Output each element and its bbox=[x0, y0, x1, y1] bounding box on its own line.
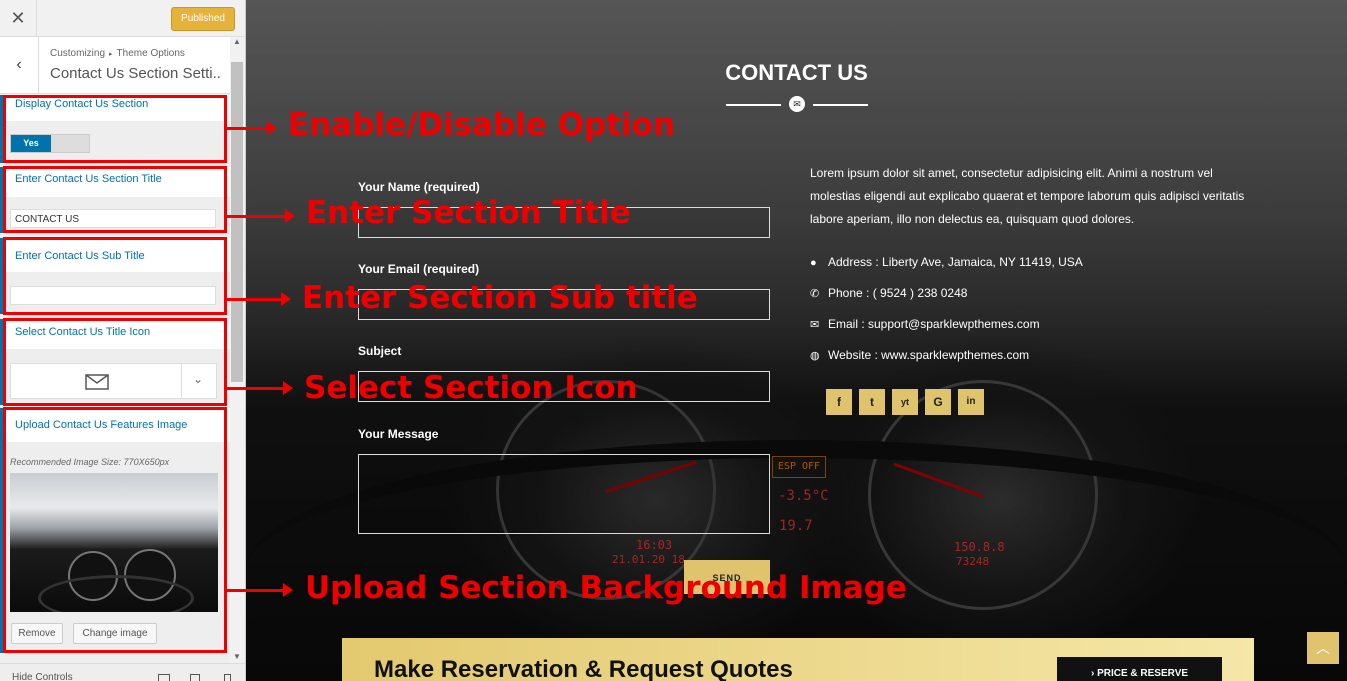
breadcrumb-root: Customizing bbox=[50, 48, 106, 59]
email-info: ✉ Email : support@sparklewpthemes.com bbox=[810, 317, 1040, 331]
price-reserve-label: PRICE & RESERVE bbox=[1097, 668, 1189, 679]
control-sub-title: Enter Contact Us Sub Title bbox=[0, 238, 230, 314]
annotation-arrow-subtitle bbox=[227, 292, 291, 306]
email-label: Your Email (required) bbox=[358, 262, 480, 276]
change-image-button[interactable]: Change image bbox=[73, 623, 157, 644]
envelope-icon: ✉ bbox=[789, 96, 805, 112]
remove-image-button[interactable]: Remove bbox=[11, 623, 63, 644]
map-marker-icon: ● bbox=[810, 257, 817, 269]
annotation-subtitle: Enter Section Sub title bbox=[302, 280, 698, 316]
image-size-hint: Recommended Image Size: 770X650px bbox=[10, 457, 170, 467]
icon-select[interactable]: ⌄ bbox=[10, 363, 217, 399]
twitter-icon[interactable]: t bbox=[859, 389, 885, 415]
customizer-panel: ✕ Published ‹ Customizing ▸ Theme Options … bbox=[0, 0, 246, 681]
toggle-yes: Yes bbox=[11, 135, 51, 152]
control-label: Select Contact Us Title Icon bbox=[15, 326, 151, 338]
reservation-banner: Make Reservation & Request Quotes › PRIC… bbox=[342, 638, 1254, 681]
section-title-input[interactable]: CONTACT US bbox=[10, 209, 216, 228]
control-label: Enter Contact Us Section Title bbox=[15, 173, 162, 185]
youtube-icon[interactable]: yt bbox=[892, 389, 918, 415]
control-features-image: Upload Contact Us Features Image Recomme… bbox=[0, 408, 230, 653]
message-label: Your Message bbox=[358, 427, 439, 441]
envelope-icon: ✉ bbox=[810, 319, 820, 331]
address-info: ● Address : Liberty Ave, Jamaica, NY 1141… bbox=[810, 255, 1083, 269]
desktop-device-icon[interactable] bbox=[158, 674, 170, 681]
features-image-thumbnail bbox=[10, 473, 218, 612]
annotation-image: Upload Section Background Image bbox=[305, 570, 907, 606]
scroll-up-icon[interactable]: ▲ bbox=[233, 37, 241, 46]
close-icon[interactable]: ✕ bbox=[0, 0, 37, 36]
control-label: Enter Contact Us Sub Title bbox=[15, 250, 145, 262]
reservation-banner-text: Make Reservation & Request Quotes bbox=[374, 656, 793, 681]
annotation-arrow-title bbox=[227, 209, 295, 223]
control-display-section: Display Contact Us Section Yes bbox=[0, 95, 230, 163]
tablet-device-icon[interactable] bbox=[190, 674, 200, 681]
scroll-thumb[interactable] bbox=[231, 62, 243, 382]
envelope-icon bbox=[85, 374, 109, 390]
contact-description: Lorem ipsum dolor sit amet, consectetur … bbox=[810, 166, 1245, 226]
breadcrumb-separator: ▸ bbox=[109, 51, 113, 58]
scroll-down-icon[interactable]: ▼ bbox=[233, 652, 241, 661]
section-header: ‹ Customizing ▸ Theme Options Contact Us S… bbox=[0, 37, 230, 94]
facebook-icon[interactable]: f bbox=[826, 389, 852, 415]
panel-scrollbar[interactable]: ▲ ▼ bbox=[230, 37, 245, 663]
control-title-icon: Select Contact Us Title Icon ⌄ bbox=[0, 319, 230, 405]
message-textarea[interactable] bbox=[358, 454, 770, 534]
sub-title-input[interactable] bbox=[10, 286, 216, 305]
phone-info: ✆ Phone : ( 9524 ) 238 0248 bbox=[810, 286, 967, 300]
phone-text: Phone : ( 9524 ) 238 0248 bbox=[828, 286, 968, 300]
control-label: Display Contact Us Section bbox=[15, 98, 149, 110]
back-chevron-icon[interactable]: ‹ bbox=[0, 37, 39, 93]
price-reserve-button[interactable]: › PRICE & RESERVE bbox=[1057, 657, 1222, 681]
google-icon[interactable]: G bbox=[925, 389, 951, 415]
display-toggle[interactable]: Yes bbox=[10, 134, 90, 153]
annotation-enable: Enable/Disable Option bbox=[288, 107, 676, 143]
website-text: Website : www.sparklewpthemes.com bbox=[828, 348, 1030, 362]
contact-section-title: CONTACT US bbox=[725, 60, 868, 85]
section-title: Contact Us Section Setti... bbox=[50, 65, 222, 82]
publish-button[interactable]: Published bbox=[171, 7, 235, 31]
phone-icon: ✆ bbox=[810, 288, 820, 300]
breadcrumb: Customizing ▸ Theme Options bbox=[50, 48, 185, 59]
scroll-to-top-icon[interactable]: ︿ bbox=[1307, 632, 1339, 664]
control-section-title: Enter Contact Us Section Title CONTACT U… bbox=[0, 167, 230, 233]
email-text: Email : support@sparklewpthemes.com bbox=[828, 317, 1040, 331]
annotation-arrow-enable bbox=[227, 121, 277, 135]
annotation-arrow-image bbox=[227, 583, 293, 597]
website-info: ◍ Website : www.sparklewpthemes.com bbox=[810, 348, 1029, 362]
control-label: Upload Contact Us Features Image bbox=[15, 419, 188, 431]
globe-icon: ◍ bbox=[810, 350, 820, 362]
annotation-title: Enter Section Title bbox=[306, 195, 631, 231]
linkedin-icon[interactable]: in bbox=[958, 389, 984, 415]
title-divider-left bbox=[726, 104, 781, 106]
mobile-device-icon[interactable] bbox=[224, 674, 231, 681]
annotation-icon: Select Section Icon bbox=[304, 370, 638, 406]
breadcrumb-parent: Theme Options bbox=[116, 48, 185, 59]
subject-label: Subject bbox=[358, 344, 402, 358]
hide-controls-button[interactable]: Hide Controls bbox=[12, 672, 73, 681]
address-text: Address : Liberty Ave, Jamaica, NY 11419… bbox=[828, 255, 1083, 269]
annotation-arrow-icon bbox=[227, 381, 293, 395]
customizer-topbar: ✕ Published bbox=[0, 0, 245, 37]
title-divider-right bbox=[813, 104, 868, 106]
chevron-down-icon[interactable]: ⌄ bbox=[193, 372, 203, 386]
name-label: Your Name (required) bbox=[358, 180, 480, 194]
customizer-footer: Hide Controls bbox=[0, 663, 245, 681]
